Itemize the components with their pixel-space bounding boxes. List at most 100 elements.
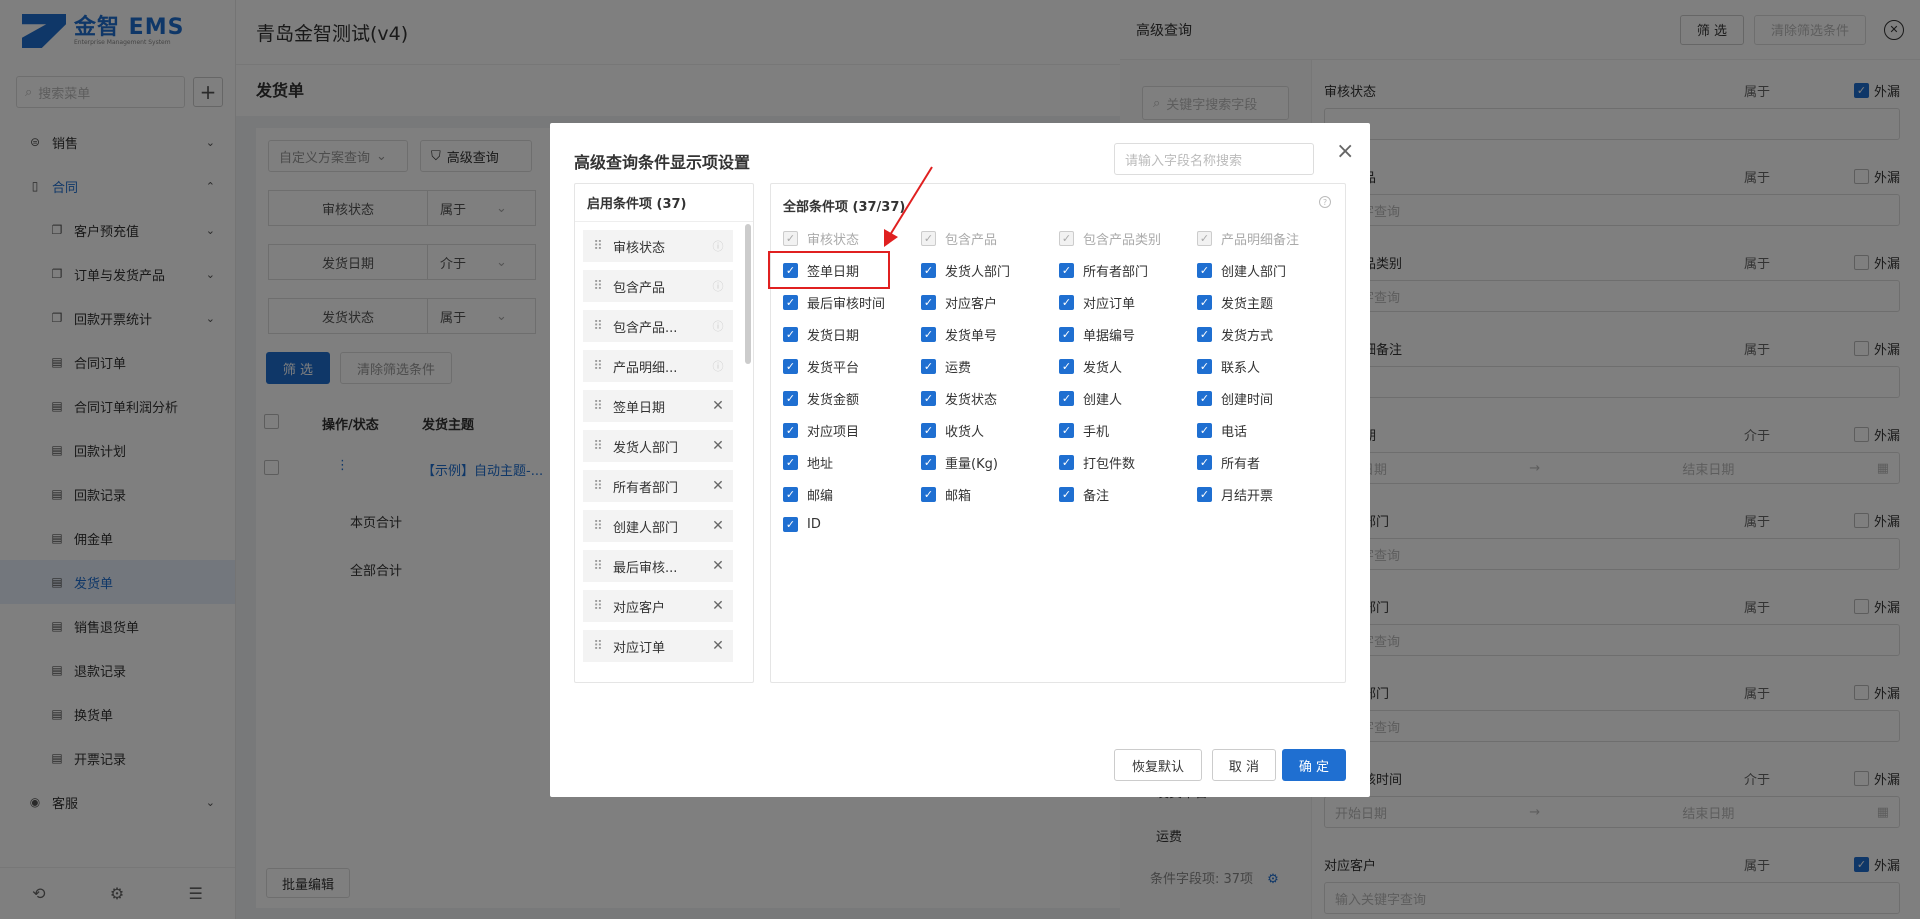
condition-option[interactable]: ✓ 重量(Kg) xyxy=(921,453,998,472)
checkbox[interactable]: ✓ xyxy=(921,327,936,342)
enabled-item[interactable]: ⠿ 创建人部门 ✕ xyxy=(583,510,733,542)
condition-option[interactable]: ✓ 联系人 xyxy=(1197,357,1260,376)
checkbox[interactable]: ✓ xyxy=(921,263,936,278)
condition-option[interactable]: ✓ 运费 xyxy=(921,357,971,376)
checkbox[interactable]: ✓ xyxy=(783,517,798,532)
checkbox[interactable]: ✓ xyxy=(921,391,936,406)
checkbox[interactable]: ✓ xyxy=(921,295,936,310)
checkbox[interactable]: ✓ xyxy=(921,455,936,470)
drag-handle-icon[interactable]: ⠿ xyxy=(583,519,613,534)
checkbox[interactable]: ✓ xyxy=(783,327,798,342)
cancel-button[interactable]: 取 消 xyxy=(1212,749,1276,781)
drag-handle-icon[interactable]: ⠿ xyxy=(583,399,613,414)
drag-handle-icon[interactable]: ⠿ xyxy=(583,639,613,654)
condition-option[interactable]: ✓ 收货人 xyxy=(921,421,984,440)
remove-icon[interactable]: ✕ xyxy=(703,478,733,494)
checkbox[interactable]: ✓ xyxy=(1059,263,1074,278)
drag-handle-icon[interactable]: ⠿ xyxy=(583,599,613,614)
condition-option[interactable]: ✓ 手机 xyxy=(1059,421,1109,440)
drag-handle-icon[interactable]: ⠿ xyxy=(583,239,613,254)
checkbox[interactable]: ✓ xyxy=(783,391,798,406)
condition-option[interactable]: ✓ 发货金额 xyxy=(783,389,859,408)
checkbox[interactable]: ✓ xyxy=(921,487,936,502)
enabled-item[interactable]: ⠿ 发货人部门 ✕ xyxy=(583,430,733,462)
checkbox[interactable]: ✓ xyxy=(1059,455,1074,470)
condition-option[interactable]: ✓ 发货日期 xyxy=(783,325,859,344)
condition-option[interactable]: ✓ 所有者 xyxy=(1197,453,1260,472)
condition-option[interactable]: ✓ 打包件数 xyxy=(1059,453,1135,472)
drag-handle-icon[interactable]: ⠿ xyxy=(583,479,613,494)
remove-icon[interactable]: ✕ xyxy=(703,598,733,614)
checkbox[interactable]: ✓ xyxy=(783,455,798,470)
condition-option[interactable]: ✓ 所有者部门 xyxy=(1059,261,1148,280)
checkbox[interactable]: ✓ xyxy=(1059,359,1074,374)
enabled-item[interactable]: ⠿ 对应客户 ✕ xyxy=(583,590,733,622)
condition-option[interactable]: ✓ 月结开票 xyxy=(1197,485,1273,504)
condition-option[interactable]: ✓ 发货方式 xyxy=(1197,325,1273,344)
enabled-item[interactable]: ⠿ 对应订单 ✕ xyxy=(583,630,733,662)
checkbox[interactable]: ✓ xyxy=(921,359,936,374)
condition-option[interactable]: ✓ 邮箱 xyxy=(921,485,971,504)
enabled-item[interactable]: ⠿ 最后审核... ✕ xyxy=(583,550,733,582)
remove-icon[interactable]: ✕ xyxy=(703,398,733,414)
checkbox[interactable]: ✓ xyxy=(921,423,936,438)
condition-option[interactable]: ✓ 创建人 xyxy=(1059,389,1122,408)
checkbox[interactable]: ✓ xyxy=(1197,295,1212,310)
enabled-item[interactable]: ⠿ 包含产品... ⓘ xyxy=(583,310,733,342)
checkbox[interactable]: ✓ xyxy=(783,487,798,502)
checkbox[interactable]: ✓ xyxy=(1059,391,1074,406)
condition-option[interactable]: ✓ 发货状态 xyxy=(921,389,997,408)
reset-default-button[interactable]: 恢复默认 xyxy=(1114,749,1202,781)
remove-icon[interactable]: ✕ xyxy=(703,518,733,534)
condition-option[interactable]: ✓ 最后审核时间 xyxy=(783,293,885,312)
condition-option[interactable]: ✓ ID xyxy=(783,517,821,532)
checkbox[interactable]: ✓ xyxy=(1059,295,1074,310)
checkbox[interactable]: ✓ xyxy=(783,359,798,374)
condition-option[interactable]: ✓ 单据编号 xyxy=(1059,325,1135,344)
field-name-search-input[interactable]: 请输入字段名称搜索 xyxy=(1114,143,1314,175)
condition-option[interactable]: ✓ 电话 xyxy=(1197,421,1247,440)
enabled-item[interactable]: ⠿ 产品明细... ⓘ xyxy=(583,350,733,382)
enabled-item[interactable]: ⠿ 签单日期 ✕ xyxy=(583,390,733,422)
drag-handle-icon[interactable]: ⠿ xyxy=(583,279,613,294)
condition-option[interactable]: ✓ 备注 xyxy=(1059,485,1109,504)
drag-handle-icon[interactable]: ⠿ xyxy=(583,319,613,334)
scrollbar[interactable] xyxy=(745,224,751,364)
condition-option[interactable]: ✓ 邮编 xyxy=(783,485,833,504)
enabled-item[interactable]: ⠿ 审核状态 ⓘ xyxy=(583,230,733,262)
checkbox[interactable]: ✓ xyxy=(1197,327,1212,342)
condition-option[interactable]: ✓ 发货单号 xyxy=(921,325,997,344)
checkbox[interactable]: ✓ xyxy=(1059,423,1074,438)
drag-handle-icon[interactable]: ⠿ xyxy=(583,559,613,574)
checkbox[interactable]: ✓ xyxy=(1197,263,1212,278)
checkbox[interactable]: ✓ xyxy=(1059,327,1074,342)
drag-handle-icon[interactable]: ⠿ xyxy=(583,439,613,454)
condition-option[interactable]: ✓ 对应客户 xyxy=(921,293,997,312)
drag-handle-icon[interactable]: ⠿ xyxy=(583,359,613,374)
checkbox[interactable]: ✓ xyxy=(1197,455,1212,470)
checkbox[interactable]: ✓ xyxy=(1059,487,1074,502)
remove-icon[interactable]: ✕ xyxy=(703,558,733,574)
condition-option[interactable]: ✓ 发货主题 xyxy=(1197,293,1273,312)
remove-icon[interactable]: ✕ xyxy=(703,638,733,654)
condition-option[interactable]: ✓ 创建人部门 xyxy=(1197,261,1286,280)
condition-option[interactable]: ✓ 创建时间 xyxy=(1197,389,1273,408)
help-icon[interactable]: ? xyxy=(1319,196,1331,208)
condition-option[interactable]: ✓ 发货人 xyxy=(1059,357,1122,376)
checkbox[interactable]: ✓ xyxy=(1197,391,1212,406)
condition-option[interactable]: ✓ 发货平台 xyxy=(783,357,859,376)
condition-option[interactable]: ✓ 发货人部门 xyxy=(921,261,1010,280)
condition-option[interactable]: ✓ 对应订单 xyxy=(1059,293,1135,312)
checkbox[interactable]: ✓ xyxy=(1197,487,1212,502)
ok-button[interactable]: 确 定 xyxy=(1282,749,1346,781)
enabled-item[interactable]: ⠿ 所有者部门 ✕ xyxy=(583,470,733,502)
checkbox[interactable]: ✓ xyxy=(1197,423,1212,438)
checkbox[interactable]: ✓ xyxy=(783,295,798,310)
checkbox[interactable]: ✓ xyxy=(783,423,798,438)
enabled-item[interactable]: ⠿ 包含产品 ⓘ xyxy=(583,270,733,302)
remove-icon[interactable]: ✕ xyxy=(703,438,733,454)
condition-option[interactable]: ✓ 地址 xyxy=(783,453,833,472)
condition-option[interactable]: ✓ 对应项目 xyxy=(783,421,859,440)
checkbox[interactable]: ✓ xyxy=(1197,359,1212,374)
close-icon[interactable]: × xyxy=(1336,141,1354,163)
